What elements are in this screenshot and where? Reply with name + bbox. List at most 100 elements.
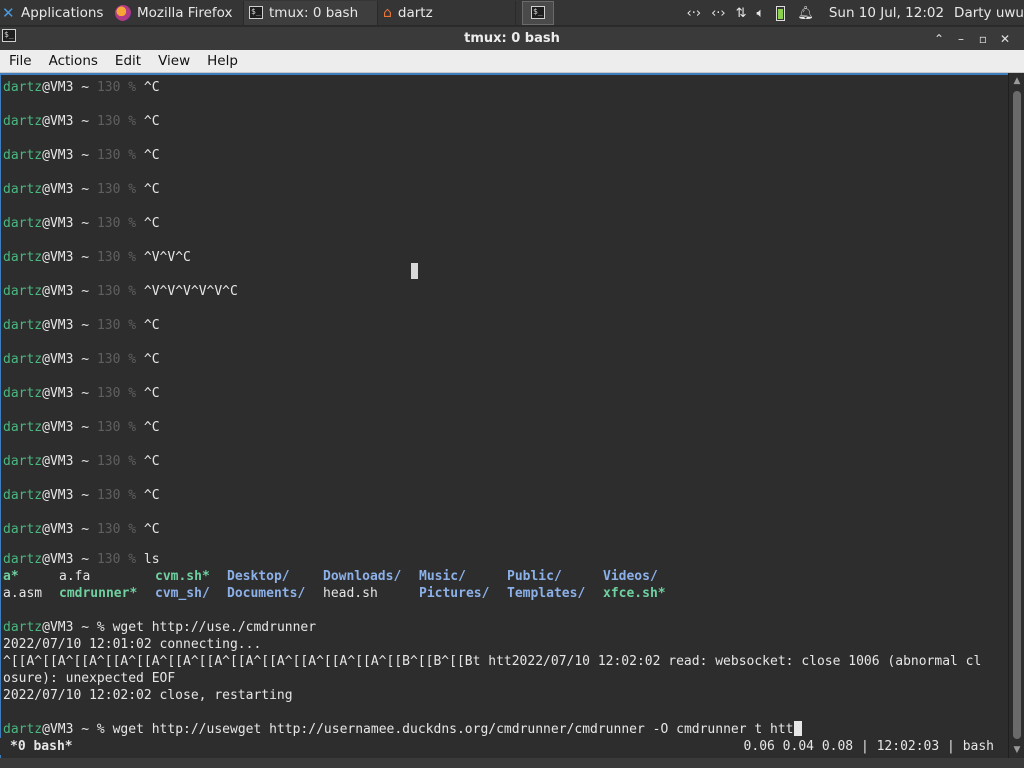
ls-entry: a.asm [3, 586, 43, 601]
command-text: ^C [143, 386, 160, 401]
prompt-user: dartz [3, 620, 43, 635]
prompt-user: dartz [3, 386, 43, 401]
scrollbar-thumb[interactable] [1013, 91, 1021, 739]
system-tray: ‹·› ‹·› ⇅ 🔈︎ 🔔︎ Sun 10 Jul, 12:02 Darty … [682, 0, 1024, 26]
network-icon[interactable]: ‹·› [687, 6, 702, 21]
menu-bar: File Actions Edit View Help [0, 50, 1024, 73]
terminal-line: dartz@VM3 ~ 130 % ^C [3, 317, 160, 334]
command-text: wget http://use./cmdrunner [112, 620, 317, 635]
menu-help[interactable]: Help [198, 53, 246, 69]
prompt-user: dartz [3, 216, 43, 231]
prompt-dir: ~ [73, 420, 97, 435]
ls-entry: Desktop/ [227, 569, 290, 584]
prompt-dir: ~ [73, 352, 97, 367]
window-titlebar[interactable]: $_ tmux: 0 bash ⌃ – ▫ ✕ [0, 27, 1024, 50]
taskbar-item-firefox[interactable]: Mozilla Firefox [110, 0, 244, 25]
shade-up-icon[interactable]: ⌃ [928, 32, 950, 46]
network-transfer-icon[interactable]: ⇅ [736, 6, 747, 21]
prompt-exit-code: 130 % [96, 216, 137, 231]
scroll-down-icon[interactable]: ▼ [1009, 742, 1024, 758]
applications-menu[interactable]: ✕ Applications [0, 0, 110, 26]
window-bottom-border [0, 758, 1024, 768]
command-text: ^C [143, 216, 160, 231]
prompt-host: @VM3 [42, 148, 74, 163]
terminal-line: dartz@VM3 ~ 130 % ^C [3, 181, 160, 198]
applications-label: Applications [21, 4, 104, 21]
maximize-button[interactable]: ▫ [972, 32, 994, 46]
command-text: ^C [143, 454, 160, 469]
taskbar-label: dartz [397, 4, 433, 21]
prompt-user: dartz [3, 318, 43, 333]
command-text: ^V^V^C [143, 250, 191, 265]
menu-edit[interactable]: Edit [106, 53, 149, 69]
notification-bell-icon[interactable]: 🔔︎ [797, 6, 814, 21]
user-menu[interactable]: Darty uwu [954, 5, 1024, 21]
close-button[interactable]: ✕ [994, 32, 1016, 46]
network-icon[interactable]: ‹·› [711, 6, 726, 21]
terminal-line: dartz@VM3 ~ 130 % ls [3, 551, 160, 568]
ls-entry: Documents/ [227, 586, 306, 601]
prompt-user: dartz [3, 80, 43, 95]
terminal-line: dartz@VM3 ~ 130 % ^V^V^V^V^V^C [3, 283, 238, 300]
home-folder-icon: ⌂ [383, 4, 392, 21]
prompt-exit-code: 130 % [96, 386, 137, 401]
tmux-window-list[interactable]: *0 bash* [10, 738, 73, 755]
menu-actions[interactable]: Actions [40, 53, 106, 69]
prompt-dir: ~ [73, 454, 97, 469]
command-text: ls [143, 552, 160, 567]
command-text: ^C [143, 80, 160, 95]
prompt-host: @VM3 [42, 552, 74, 567]
prompt-dir: ~ [73, 552, 97, 567]
terminal-icon: $_ [249, 6, 263, 19]
command-text: ^C [143, 148, 160, 163]
prompt-host: @VM3 [42, 80, 74, 95]
menu-file[interactable]: File [0, 53, 40, 69]
ls-entry: Pictures/ [419, 586, 490, 601]
terminal-line: dartz@VM3 ~ 130 % ^C [3, 521, 160, 538]
prompt-host: @VM3 [42, 352, 74, 367]
prompt-host: @VM3 [42, 284, 74, 299]
command-text: ^C [143, 318, 160, 333]
command-text: ^C [143, 488, 160, 503]
minimize-button[interactable]: – [950, 32, 972, 46]
battery-icon[interactable] [776, 5, 786, 21]
command-text: ^C [143, 522, 160, 537]
terminal-line: dartz@VM3 ~ 130 % ^C [3, 385, 160, 402]
terminal-line: dartz@VM3 ~ 130 % ^C [3, 351, 160, 368]
volume-icon[interactable]: 🔈︎ [757, 6, 765, 21]
terminal-line: dartz@VM3 ~ 130 % ^V^V^C [3, 249, 191, 266]
prompt-host: @VM3 [42, 454, 74, 469]
prompt-dir: ~ % [73, 722, 113, 737]
output-line: ^[[A^[[A^[[A^[[A^[[A^[[A^[[A^[[A^[[A^[[A… [3, 654, 982, 669]
prompt-host: @VM3 [42, 620, 74, 635]
output-line: 2022/07/10 12:02:02 close, restarting [3, 688, 293, 703]
terminal-line: dartz@VM3 ~ 130 % ^C [3, 453, 160, 470]
prompt-exit-code: 130 % [96, 488, 137, 503]
ls-entry: cmdrunner* [59, 586, 138, 601]
prompt-user: dartz [3, 552, 43, 567]
taskbar-item-tmux[interactable]: $_ tmux: 0 bash [244, 0, 378, 25]
prompt-exit-code: 130 % [96, 522, 137, 537]
tmux-status-bar: *0 bash* 0.06 0.04 0.08 | 12:02:03 | bas… [0, 738, 1008, 755]
prompt-user: dartz [3, 352, 43, 367]
prompt-user: dartz [3, 182, 43, 197]
terminal-icon: $_ [2, 29, 16, 42]
prompt-exit-code: 130 % [96, 148, 137, 163]
taskbar-item-dartz[interactable]: ⌂ dartz [378, 0, 516, 25]
terminal-area[interactable]: dartz@VM3 ~ 130 % ^C dartz@VM3 ~ 130 % ^C… [0, 73, 1008, 758]
scrollbar[interactable]: ▲ ▼ [1008, 73, 1024, 758]
terminal-launcher-button[interactable]: $_ [522, 0, 554, 25]
output-line: osure): unexpected EOF [3, 671, 176, 686]
text-cursor [793, 721, 802, 736]
prompt-dir: ~ [73, 522, 97, 537]
scroll-up-icon[interactable]: ▲ [1009, 73, 1024, 89]
command-text: ^V^V^V^V^V^C [143, 284, 238, 299]
output-line: 2022/07/10 12:01:02 connecting... [3, 637, 262, 652]
menu-view[interactable]: View [149, 53, 198, 69]
current-command-line[interactable]: dartz@VM3 ~ % wget http://usewget http:/… [3, 721, 802, 738]
clock[interactable]: Sun 10 Jul, 12:02 [829, 5, 944, 21]
prompt-dir: ~ [73, 284, 97, 299]
prompt-dir: ~ [73, 488, 97, 503]
prompt-user: dartz [3, 722, 43, 737]
prompt-user: dartz [3, 250, 43, 265]
